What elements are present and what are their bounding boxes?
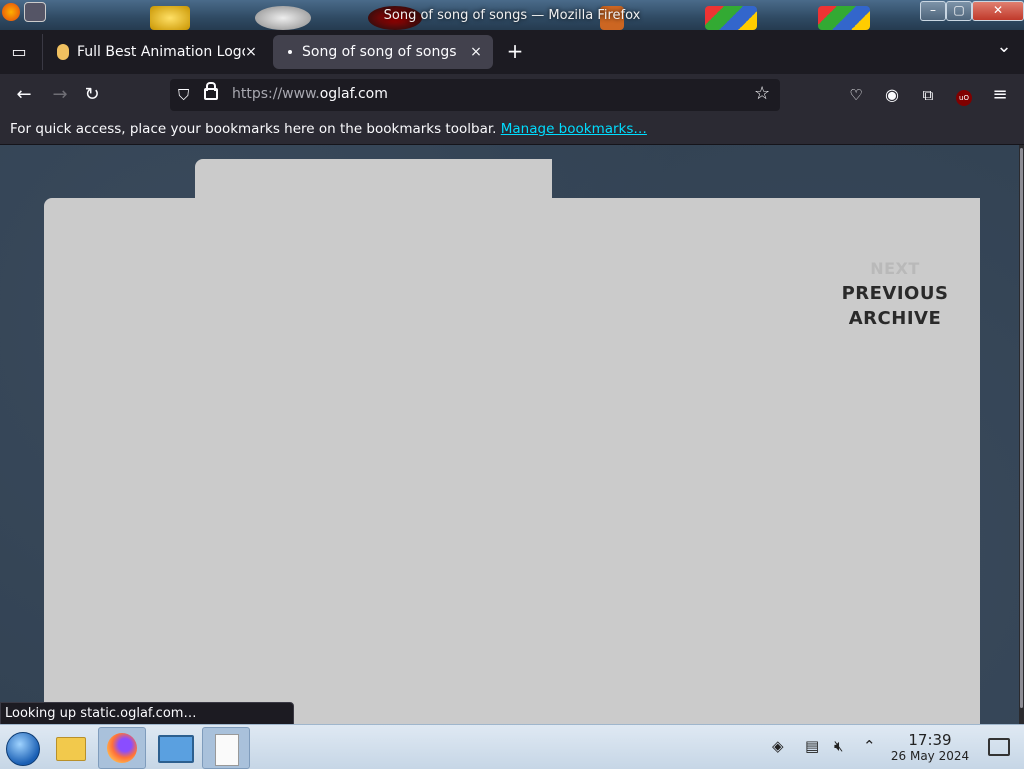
tab-label: Song of song of songs xyxy=(302,44,457,60)
window-title: Song of song of songs — Mozilla Firefox xyxy=(383,8,641,23)
url-text[interactable]: https://www.oglaf.com xyxy=(232,86,388,102)
close-tab-icon[interactable]: × xyxy=(242,43,260,61)
reload-button[interactable]: ↻ xyxy=(78,82,106,108)
show-hidden-icons-chevron[interactable]: ⌃ xyxy=(863,737,876,755)
next-link[interactable]: NEXT xyxy=(800,259,990,278)
system-settings-icon[interactable] xyxy=(151,727,197,767)
url-bar[interactable]: ⛉ https://www.oglaf.com ☆ xyxy=(170,79,780,111)
clock-date: 26 May 2024 xyxy=(890,749,970,763)
firefox-taskbar-icon[interactable] xyxy=(98,727,146,769)
start-button[interactable] xyxy=(0,727,46,767)
pocket-icon[interactable]: ♡ xyxy=(842,82,870,108)
bookmarks-hint-text: For quick access, place your bookmarks h… xyxy=(10,121,497,137)
text-editor-icon[interactable] xyxy=(202,727,250,769)
comic-panel-top xyxy=(552,208,980,228)
tab-favicon xyxy=(57,44,69,60)
volume-muted-icon[interactable]: 🔇︎ xyxy=(834,737,843,755)
bookmarks-toolbar: For quick access, place your bookmarks h… xyxy=(0,116,1024,145)
tab-label: Full Best Animation Logo xyxy=(77,44,245,60)
clock[interactable]: 17:39 26 May 2024 xyxy=(880,731,980,763)
archive-link[interactable]: ARCHIVE xyxy=(800,308,990,329)
taskbar: ◈ ▤ 🔇︎ ⌃ 17:39 26 May 2024 xyxy=(0,724,1024,769)
account-icon[interactable]: ◉ xyxy=(878,82,906,108)
app-menu-icon[interactable]: ≡ xyxy=(986,82,1014,108)
tab-song-of-songs[interactable]: Song of song of songs × xyxy=(273,35,493,69)
bookmark-star-icon[interactable]: ☆ xyxy=(754,83,770,104)
file-manager-icon[interactable] xyxy=(47,727,93,767)
window-titlebar: Song of song of songs — Mozilla Firefox … xyxy=(0,0,1024,30)
forward-button[interactable]: → xyxy=(46,82,74,108)
ublock-icon[interactable]: uO xyxy=(950,82,978,108)
lock-shackle xyxy=(206,82,216,91)
manage-bookmarks-link[interactable]: Manage bookmarks… xyxy=(501,121,647,137)
previous-link[interactable]: PREVIOUS xyxy=(800,283,990,304)
maximize-button[interactable]: ▢ xyxy=(946,1,972,21)
list-all-tabs-button[interactable]: ⌄ xyxy=(992,36,1016,62)
back-button[interactable]: ← xyxy=(10,82,38,108)
firefox-view-icon[interactable]: ▭ xyxy=(8,42,30,62)
close-window-button[interactable]: ✕ xyxy=(972,1,1024,21)
tab-divider xyxy=(42,34,43,70)
clock-time: 17:39 xyxy=(908,731,952,749)
network-tray-icon[interactable]: ◈ xyxy=(772,737,784,755)
tab-full-best-animation[interactable]: Full Best Animation Logo × xyxy=(48,35,268,69)
status-panel: Looking up static.oglaf.com… xyxy=(0,702,294,726)
close-tab-icon[interactable]: × xyxy=(467,43,485,61)
show-desktop-icon[interactable] xyxy=(988,738,1010,756)
tab-loading-dot xyxy=(288,50,292,54)
clipboard-tray-icon[interactable]: ▤ xyxy=(805,737,819,755)
scrollbar-thumb[interactable] xyxy=(1020,148,1023,708)
tab-strip: ▭ Full Best Animation Logo × Song of son… xyxy=(0,30,1024,74)
navigation-toolbar: ← → ↻ ⛉ https://www.oglaf.com ☆ ♡ ◉ ⧉ uO… xyxy=(0,74,1024,116)
extensions-icon[interactable]: ⧉ xyxy=(914,82,942,108)
page-content: NEXT PREVIOUS ARCHIVE xyxy=(0,145,1019,725)
minimize-button[interactable]: – xyxy=(920,1,946,21)
tracking-protection-shield-icon[interactable]: ⛉ xyxy=(178,86,189,104)
new-tab-button[interactable]: + xyxy=(504,39,526,65)
status-text: Looking up static.oglaf.com… xyxy=(5,706,197,721)
